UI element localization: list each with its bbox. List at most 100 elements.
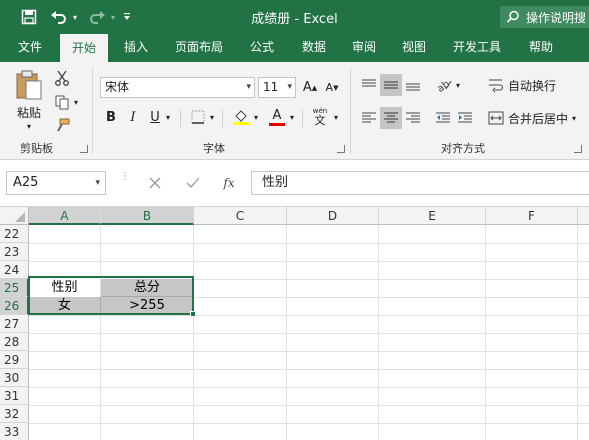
borders-icon[interactable] bbox=[188, 107, 208, 127]
column-header-f[interactable]: F bbox=[486, 207, 578, 225]
formula-input[interactable]: 性别 bbox=[251, 171, 589, 195]
grow-font-icon[interactable]: A ▲ bbox=[300, 77, 320, 98]
group-divider bbox=[92, 68, 93, 154]
row-header-33[interactable]: 33 bbox=[0, 423, 29, 440]
copy-icon[interactable] bbox=[52, 92, 72, 112]
cell-b25[interactable]: 总分 bbox=[101, 279, 193, 297]
font-name-select[interactable]: 宋体 ▾ bbox=[100, 77, 255, 98]
orientation-icon[interactable]: ab bbox=[432, 74, 454, 96]
copy-dropdown-icon[interactable]: ▾ bbox=[72, 96, 80, 108]
shrink-font-glyph: A bbox=[325, 81, 334, 94]
tab-home[interactable]: 开始 bbox=[60, 34, 108, 62]
cut-icon[interactable] bbox=[52, 68, 72, 88]
wrap-text-button[interactable]: 自动换行 bbox=[488, 74, 588, 96]
cell-b26[interactable]: >255 bbox=[101, 297, 193, 315]
column-header-d[interactable]: D bbox=[287, 207, 379, 225]
row-header-28[interactable]: 28 bbox=[0, 333, 29, 351]
fill-handle[interactable] bbox=[190, 311, 196, 317]
merge-center-label: 合并后居中 bbox=[508, 111, 569, 126]
tab-developer[interactable]: 开发工具 bbox=[445, 33, 509, 62]
column-header-a[interactable]: A bbox=[29, 207, 101, 225]
gridline bbox=[29, 261, 589, 262]
worksheet-grid[interactable]: A B C D E F 22 23 24 25 26 27 28 29 30 3… bbox=[0, 207, 589, 440]
font-color-icon[interactable]: A bbox=[266, 106, 288, 128]
ribbon-home: 粘贴 ▾ ▾ 剪贴板 宋体 ▾ 11 ▾ A ▲ A ▼ B I U ▾ ▾ ▾ A… bbox=[0, 62, 589, 160]
clipboard-group-label: 剪贴板 bbox=[20, 142, 53, 155]
font-name-value: 宋体 bbox=[105, 80, 130, 94]
row-header-32[interactable]: 32 bbox=[0, 405, 29, 423]
name-box-value: A25 bbox=[13, 175, 39, 190]
align-center-icon[interactable] bbox=[380, 107, 402, 129]
font-launcher-icon[interactable] bbox=[337, 145, 345, 153]
tab-data[interactable]: 数据 bbox=[291, 33, 337, 62]
row-header-30[interactable]: 30 bbox=[0, 369, 29, 387]
phonetic-char: 文 bbox=[314, 114, 326, 127]
fill-color-dropdown-icon[interactable]: ▾ bbox=[252, 111, 260, 123]
cell-a26[interactable]: 女 bbox=[29, 297, 100, 315]
chevron-down-icon: ▾ bbox=[246, 82, 251, 92]
font-size-select[interactable]: 11 ▾ bbox=[258, 77, 296, 98]
tab-view[interactable]: 视图 bbox=[391, 33, 437, 62]
italic-button[interactable]: I bbox=[124, 107, 142, 127]
select-all-triangle-icon bbox=[15, 212, 25, 222]
align-bottom-icon[interactable] bbox=[402, 74, 424, 96]
tab-page-layout[interactable]: 页面布局 bbox=[167, 33, 231, 62]
increase-indent-icon[interactable] bbox=[454, 107, 476, 129]
row-header-24[interactable]: 24 bbox=[0, 261, 29, 279]
underline-button[interactable]: U bbox=[146, 107, 164, 127]
phonetic-dropdown-icon[interactable]: ▾ bbox=[332, 111, 340, 123]
orientation-dropdown-icon[interactable]: ▾ bbox=[454, 79, 462, 91]
underline-dropdown-icon[interactable]: ▾ bbox=[164, 111, 172, 123]
row-header-31[interactable]: 31 bbox=[0, 387, 29, 405]
tell-me-search[interactable]: 操作说明搜 bbox=[500, 6, 589, 28]
row-header-23[interactable]: 23 bbox=[0, 243, 29, 261]
gridline bbox=[29, 387, 589, 388]
fill-color-icon[interactable] bbox=[230, 106, 252, 128]
decrease-indent-icon[interactable] bbox=[432, 107, 454, 129]
alignment-launcher-icon[interactable] bbox=[574, 145, 582, 153]
align-middle-icon[interactable] bbox=[380, 74, 402, 96]
tab-formulas[interactable]: 公式 bbox=[239, 33, 285, 62]
tab-help[interactable]: 帮助 bbox=[518, 33, 564, 62]
phonetic-guide-icon[interactable]: wén 文 bbox=[308, 105, 332, 129]
borders-dropdown-icon[interactable]: ▾ bbox=[208, 111, 216, 123]
bold-button[interactable]: B bbox=[102, 107, 120, 127]
chevron-down-icon: ▾ bbox=[287, 82, 292, 92]
merge-dropdown-icon[interactable]: ▾ bbox=[572, 114, 576, 123]
paste-button[interactable]: 粘贴 bbox=[12, 104, 46, 120]
column-header-c[interactable]: C bbox=[194, 207, 287, 225]
align-left-icon[interactable] bbox=[358, 107, 380, 129]
tell-me-label: 操作说明搜 bbox=[526, 10, 587, 25]
confirm-entry-icon[interactable] bbox=[182, 172, 204, 194]
tab-insert[interactable]: 插入 bbox=[113, 33, 159, 62]
row-header-29[interactable]: 29 bbox=[0, 351, 29, 369]
gridline bbox=[29, 243, 589, 244]
gridline bbox=[100, 297, 101, 315]
column-header-e[interactable]: E bbox=[379, 207, 486, 225]
cell-a25[interactable]: 性别 bbox=[29, 279, 100, 297]
row-header-25[interactable]: 25 bbox=[0, 279, 29, 297]
align-right-icon[interactable] bbox=[402, 107, 424, 129]
row-header-26[interactable]: 26 bbox=[0, 297, 29, 315]
column-header-b[interactable]: B bbox=[101, 207, 194, 225]
tab-review[interactable]: 审阅 bbox=[341, 33, 387, 62]
paste-icon[interactable] bbox=[12, 68, 46, 102]
format-painter-icon[interactable] bbox=[52, 116, 72, 136]
alignment-group-label: 对齐方式 bbox=[441, 142, 485, 155]
align-top-icon[interactable] bbox=[358, 74, 380, 96]
cancel-entry-icon[interactable] bbox=[144, 172, 166, 194]
insert-function-icon[interactable]: fx bbox=[218, 172, 240, 194]
clipboard-launcher-icon[interactable] bbox=[80, 145, 88, 153]
font-color-dropdown-icon[interactable]: ▾ bbox=[288, 111, 296, 123]
row-header-27[interactable]: 27 bbox=[0, 315, 29, 333]
column-header-g[interactable] bbox=[578, 207, 589, 225]
tab-file[interactable]: 文件 bbox=[7, 33, 53, 62]
row-header-22[interactable]: 22 bbox=[0, 225, 29, 243]
shrink-font-icon[interactable]: A ▼ bbox=[322, 77, 342, 98]
formula-bar-grip-icon[interactable]: ⋮ bbox=[120, 172, 130, 192]
paste-dropdown-icon[interactable]: ▾ bbox=[22, 120, 36, 132]
merge-center-button[interactable]: 合并后居中 ▾ bbox=[488, 107, 588, 129]
font-size-value: 11 bbox=[263, 80, 279, 94]
gridline bbox=[29, 333, 589, 334]
name-box[interactable]: A25 ▾ bbox=[6, 171, 106, 195]
